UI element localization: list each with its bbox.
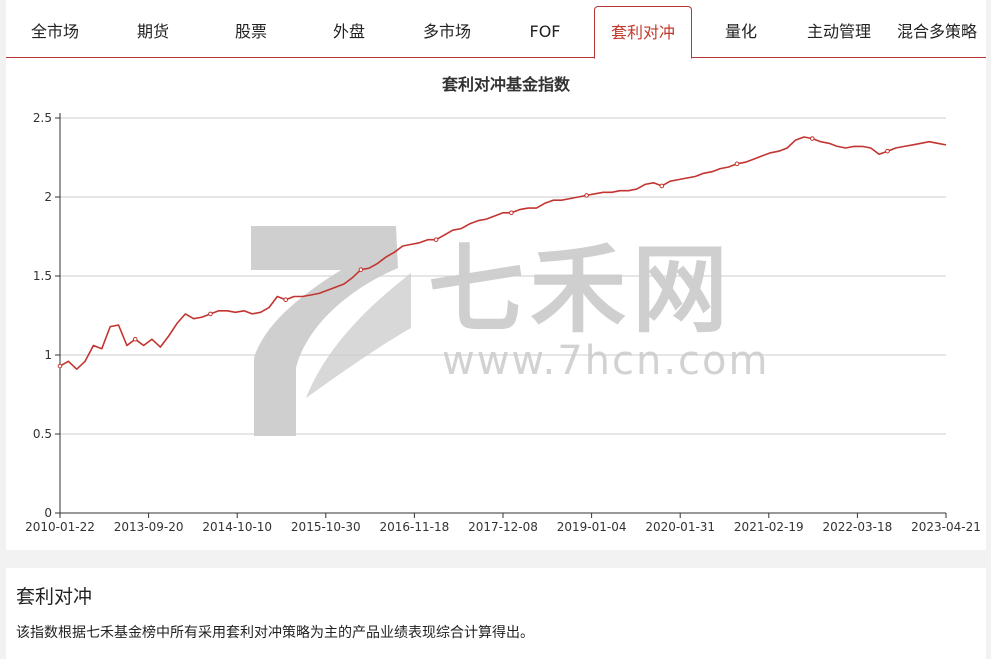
- x-tick-label: 2017-12-08: [468, 520, 538, 534]
- data-point: [57, 363, 63, 369]
- description-text: 该指数根据七禾基金榜中所有采用套利对冲策略为主的产品业绩表现综合计算得出。: [16, 625, 534, 641]
- x-tick-label: 2022-03-18: [823, 520, 893, 534]
- grid-lines: [60, 117, 946, 435]
- data-point: [809, 136, 815, 141]
- chart-panel: 全市场 期货 股票 外盘 多市场 FOF 套利对冲 量化 主动管理 混合多策略 七禾网 www.7…: [6, 0, 986, 550]
- data-point: [208, 311, 213, 317]
- data-point: [358, 267, 364, 272]
- x-tick-label: 2015-10-30: [291, 520, 361, 534]
- y-tick-label: 1.5: [33, 269, 52, 283]
- description-title: 套利对冲: [16, 586, 93, 608]
- tab-6[interactable]: 套利对冲: [594, 6, 692, 59]
- data-point: [509, 210, 514, 216]
- tab-2[interactable]: 股票: [202, 6, 300, 58]
- data-point: [659, 183, 665, 189]
- x-tick-label: 2010-01-22: [25, 520, 95, 534]
- x-tick-label: 2021-02-19: [734, 520, 804, 534]
- tab-3[interactable]: 外盘: [300, 6, 398, 58]
- y-tick-label: 2.5: [33, 111, 52, 125]
- data-point: [584, 193, 589, 198]
- strategy-tab-bar: 全市场 期货 股票 外盘 多市场 FOF 套利对冲 量化 主动管理 混合多策略: [6, 0, 986, 59]
- chart-title: 套利对冲基金指数: [441, 75, 571, 94]
- data-point: [433, 237, 439, 242]
- x-tick-label: 2016-11-18: [380, 520, 450, 534]
- x-tick-label: 2014-10-10: [202, 520, 272, 534]
- data-point: [885, 148, 890, 154]
- data-point: [283, 297, 288, 302]
- y-tick-label: 0.5: [33, 427, 52, 441]
- description-panel: 套利对冲 该指数根据七禾基金榜中所有采用套利对冲策略为主的产品业绩表现综合计算得…: [6, 568, 986, 659]
- watermark-url: www.7hcn.com: [442, 338, 769, 384]
- data-point: [132, 336, 138, 342]
- tab-0[interactable]: 全市场: [6, 6, 104, 58]
- y-tick-label: 1: [44, 348, 52, 362]
- tab-4[interactable]: 多市场: [398, 6, 496, 58]
- y-tick-label: 0: [44, 506, 52, 520]
- x-tick-label: 2023-04-21: [911, 520, 981, 534]
- tab-9[interactable]: 混合多策略: [888, 6, 986, 58]
- index-line-chart: 七禾网 www.7hcn.com 套利对冲基金指数 0 0.5 1 1.5 2 2.5 2…: [25, 75, 981, 534]
- tab-5[interactable]: FOF: [496, 6, 594, 58]
- watermark-brand: 七禾网: [428, 234, 734, 346]
- watermark-logo: 七禾网 www.7hcn.com: [251, 226, 769, 436]
- tab-8[interactable]: 主动管理: [790, 6, 888, 58]
- tab-7[interactable]: 量化: [692, 6, 790, 58]
- y-tick-label: 2: [44, 190, 52, 204]
- x-tick-label: 2013-09-20: [114, 520, 184, 534]
- x-tick-label: 2019-01-04: [557, 520, 627, 534]
- x-axis: 2010-01-22 2013-09-20 2014-10-10 2015-10-30…: [25, 512, 981, 534]
- y-axis: 0 0.5 1 1.5 2 2.5: [33, 111, 61, 520]
- tab-1[interactable]: 期货: [104, 6, 202, 58]
- x-tick-label: 2020-01-31: [645, 520, 715, 534]
- data-point: [734, 161, 740, 167]
